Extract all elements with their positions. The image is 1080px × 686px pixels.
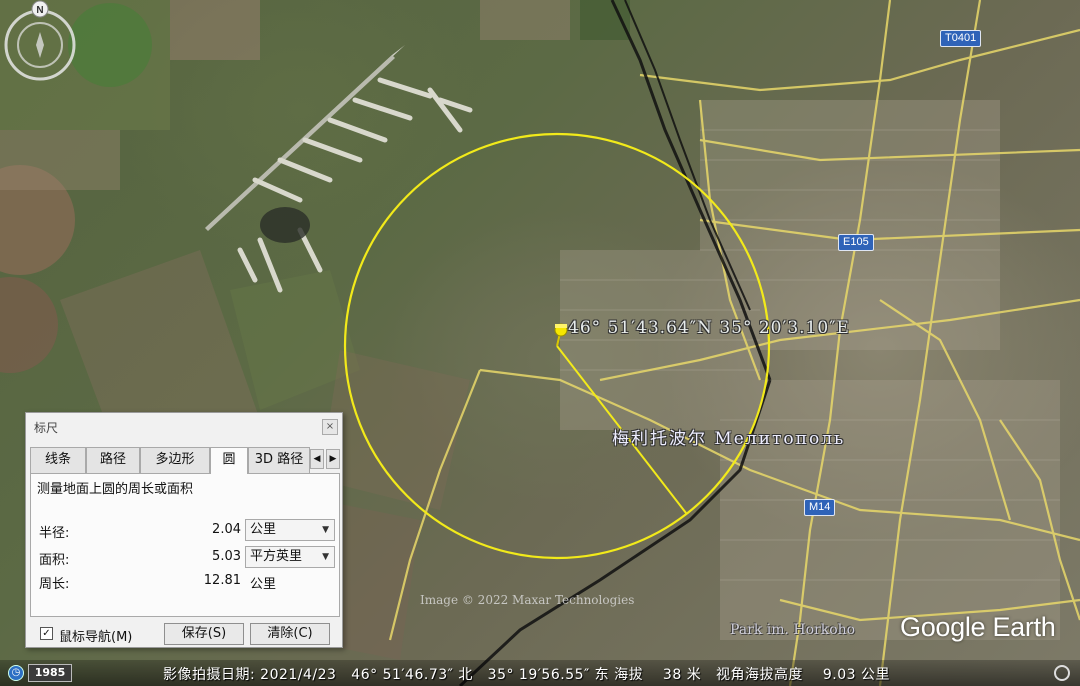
google-earth-logo: Google Earth [900, 612, 1056, 642]
ruler-dialog: 标尺 × 线条 路径 多边形 圆 3D 路径 ◀ ▶ 测量地面上圆的周长或面积 … [25, 412, 343, 648]
tab-polygon[interactable]: 多边形 [140, 447, 210, 473]
park-label: Park im. Horkoho [730, 622, 856, 638]
radius-value: 2.04 [212, 522, 241, 537]
area-unit-value: 平方英里 [250, 549, 303, 564]
road-badge-t0401: T0401 [940, 30, 982, 47]
compass-north-label: N [36, 5, 43, 16]
placemark-coordinate-label: 46° 51′43.64″N 35° 20′3.10″E [568, 318, 850, 338]
area-label: 面积: [39, 553, 70, 568]
tab-3d-path[interactable]: 3D 路径 [248, 447, 310, 473]
status-bar: ◷ 1985 影像拍摄日期: 2021/4/23 46° 51′46.73″ 北… [0, 660, 1080, 686]
chevron-down-icon: ▼ [322, 552, 329, 562]
tab-scroll-left-icon[interactable]: ◀ [310, 449, 324, 469]
mouse-nav-checkbox[interactable]: ✓ [40, 627, 53, 640]
compass-control[interactable]: N [0, 0, 78, 82]
chevron-down-icon: ▼ [322, 525, 329, 535]
road-badge-e105: E105 [838, 234, 874, 251]
mouse-nav-label[interactable]: 鼠标导航(M) [59, 626, 132, 645]
radius-unit-value: 公里 [250, 522, 277, 537]
clear-button[interactable]: 清除(C) [250, 623, 330, 645]
tab-line[interactable]: 线条 [30, 447, 86, 473]
imagery-credit: Image © 2022 Maxar Technologies [420, 593, 635, 607]
streaming-status-icon [1054, 665, 1070, 681]
area-unit-select[interactable]: 平方英里 ▼ [245, 546, 335, 568]
perimeter-value: 12.81 [203, 573, 241, 588]
dialog-buttons: ✓ 鼠标导航(M) 保存(S) 清除(C) [26, 617, 344, 649]
city-label: 梅利托波尔 Мелитополь [612, 429, 846, 449]
status-text: 影像拍摄日期: 2021/4/23 46° 51′46.73″ 北 35° 19… [163, 667, 890, 683]
panel-description: 测量地面上圆的周长或面积 [37, 482, 194, 497]
save-button[interactable]: 保存(S) [164, 623, 244, 645]
dialog-title: 标尺 [34, 421, 59, 435]
road-badge-m14: M14 [804, 499, 836, 516]
close-button[interactable]: × [322, 419, 338, 435]
measure-tabs: 线条 路径 多边形 圆 3D 路径 ◀ ▶ [30, 447, 340, 474]
perimeter-label: 周长: [39, 577, 70, 592]
historical-imagery-icon[interactable]: ◷ [8, 665, 24, 681]
area-value: 5.03 [212, 549, 241, 564]
radius-unit-select[interactable]: 公里 ▼ [245, 519, 335, 541]
tab-scroll-right-icon[interactable]: ▶ [326, 449, 340, 469]
historical-year-box[interactable]: 1985 [28, 664, 72, 682]
tab-path[interactable]: 路径 [86, 447, 140, 473]
perimeter-unit: 公里 [250, 577, 277, 592]
circle-panel: 测量地面上圆的周长或面积 半径: 2.04 公里 ▼ 面积: 5.03 平方英里… [30, 473, 340, 617]
radius-label: 半径: [39, 526, 70, 541]
tab-circle[interactable]: 圆 [210, 447, 248, 474]
